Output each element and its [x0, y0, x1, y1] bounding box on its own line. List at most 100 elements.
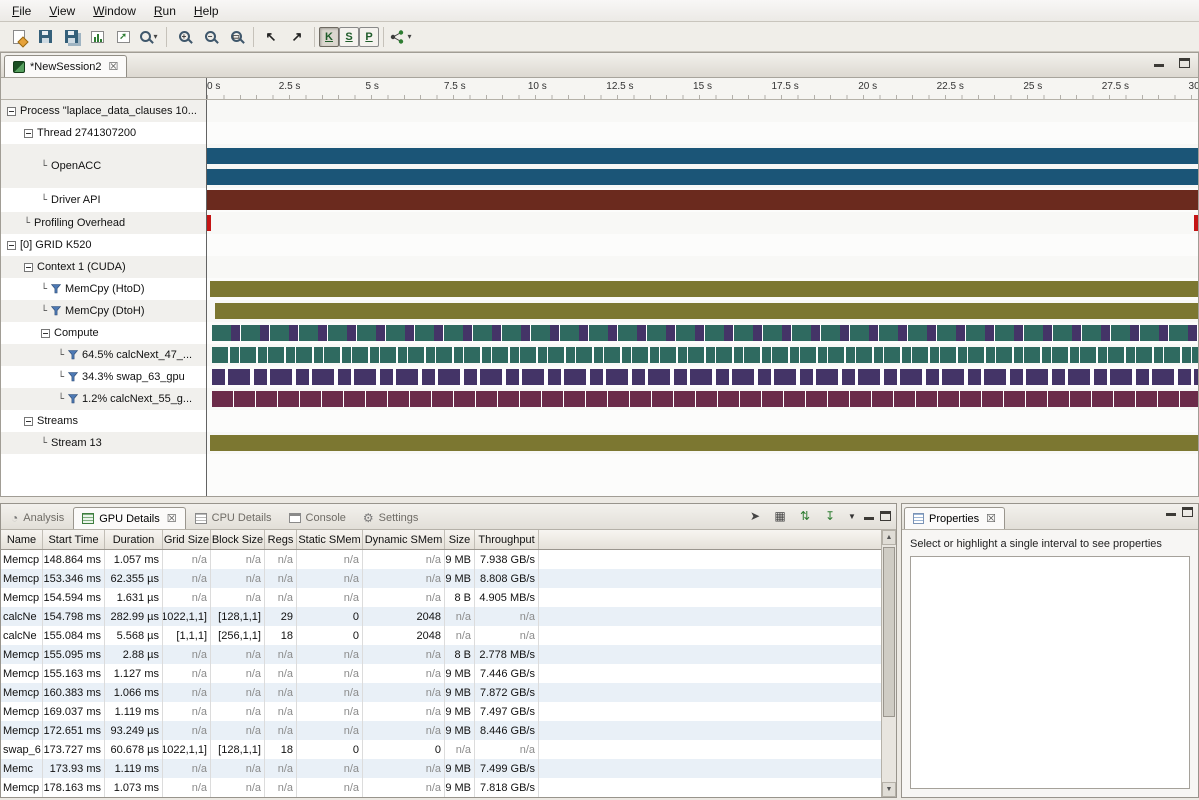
view-menu-button[interactable]: ▼	[845, 507, 859, 525]
timeline-row-label[interactable]: └64.5% calcNext_47_...	[1, 344, 207, 366]
table-row[interactable]: Memcp172.651 ms93.249 µsn/an/an/an/an/a9…	[1, 721, 881, 740]
zoom-fit-button[interactable]: ▭	[223, 25, 249, 49]
export-table-button[interactable]: ↧	[820, 507, 840, 525]
table-row[interactable]: Memcp178.163 ms1.073 msn/an/an/an/an/a9 …	[1, 778, 881, 797]
prev-marker-button[interactable]: ↖	[258, 25, 284, 49]
timeline-track[interactable]	[207, 278, 1198, 300]
timeline-track[interactable]	[207, 322, 1198, 344]
timeline-track[interactable]	[207, 432, 1198, 454]
tab-properties[interactable]: Properties ☒	[904, 507, 1005, 529]
collapse-minus-icon[interactable]	[24, 263, 33, 272]
scrollbar-track[interactable]	[882, 545, 896, 782]
zoom-in-button[interactable]: +	[171, 25, 197, 49]
timeline-track[interactable]	[207, 256, 1198, 278]
save-button[interactable]	[32, 25, 58, 49]
maximize-icon[interactable]	[1179, 58, 1190, 68]
timeline-track[interactable]	[207, 144, 1198, 188]
timeline-track[interactable]	[207, 188, 1198, 212]
collapse-minus-icon[interactable]	[24, 129, 33, 138]
timeline-row-label[interactable]: └OpenACC	[1, 144, 207, 188]
table-row[interactable]: swap_6173.727 ms60.678 µs[1022,1,1][128,…	[1, 740, 881, 759]
menu-help[interactable]: Help	[186, 1, 227, 21]
filter-icon[interactable]	[68, 350, 78, 360]
highlight-processes-button[interactable]: P	[359, 27, 379, 47]
analysis-menu-button[interactable]: ▾	[388, 25, 414, 49]
timeline-track[interactable]	[207, 410, 1198, 432]
maximize-icon[interactable]	[1182, 507, 1193, 517]
column-header[interactable]: Size	[445, 530, 475, 549]
timeline-track[interactable]	[207, 344, 1198, 366]
menu-file[interactable]: File	[4, 1, 39, 21]
menu-run[interactable]: Run	[146, 1, 184, 21]
timeline-row-label[interactable]: Streams	[1, 410, 207, 432]
timeline-interval-bar[interactable]	[212, 369, 1198, 385]
timeline-row-label[interactable]: Compute	[1, 322, 207, 344]
timeline-row-label[interactable]: └34.3% swap_63_gpu	[1, 366, 207, 388]
timeline-row-label[interactable]: [0] GRID K520	[1, 234, 207, 256]
timeline-interval-bar[interactable]	[215, 303, 1198, 319]
filter-icon[interactable]	[51, 306, 61, 316]
filter-icon[interactable]	[51, 284, 61, 294]
table-row[interactable]: Memc173.93 ms1.119 msn/an/an/an/an/a9 MB…	[1, 759, 881, 778]
table-row[interactable]: Memcp154.594 ms1.631 µsn/an/an/an/an/a8 …	[1, 588, 881, 607]
overhead-tick-bar[interactable]	[207, 215, 211, 231]
timeline-interval-bar[interactable]	[207, 190, 1198, 210]
tab-cpu-details[interactable]: CPU Details	[187, 507, 280, 529]
highlight-kernels-button[interactable]: K	[319, 27, 339, 47]
minimize-icon[interactable]	[1154, 58, 1165, 68]
timeline-ruler[interactable]: 0 s2.5 s5 s7.5 s10 s12.5 s15 s17.5 s20 s…	[207, 78, 1198, 99]
table-row[interactable]: Memcp153.346 ms62.355 µsn/an/an/an/an/a9…	[1, 569, 881, 588]
column-header[interactable]: Regs	[265, 530, 297, 549]
table-row[interactable]: Memcp148.864 ms1.057 msn/an/an/an/an/a9 …	[1, 550, 881, 569]
tab-settings[interactable]: ⚙ Settings	[355, 507, 427, 529]
group-view-button[interactable]: ▦	[770, 507, 790, 525]
collapse-minus-icon[interactable]	[7, 107, 16, 116]
select-tool-button[interactable]: ➤	[745, 507, 765, 525]
timeline-row-label[interactable]: └MemCpy (DtoH)	[1, 300, 207, 322]
filter-icon[interactable]	[68, 372, 78, 382]
table-row[interactable]: Memcp155.095 ms2.88 µsn/an/an/an/an/a8 B…	[1, 645, 881, 664]
export-button[interactable]: ➚	[110, 25, 136, 49]
tab-console[interactable]: Console	[281, 507, 354, 529]
timeline-row-label[interactable]: └Profiling Overhead	[1, 212, 207, 234]
sync-button[interactable]: ⇅	[795, 507, 815, 525]
timeline-track[interactable]	[207, 234, 1198, 256]
timeline-row-label[interactable]: └1.2% calcNext_55_g...	[1, 388, 207, 410]
timeline-track[interactable]	[207, 300, 1198, 322]
overhead-tick-bar[interactable]	[1194, 215, 1198, 231]
timeline-track[interactable]	[207, 366, 1198, 388]
timeline-row-label[interactable]: └MemCpy (HtoD)	[1, 278, 207, 300]
column-header[interactable]: Dynamic SMem	[363, 530, 445, 549]
scroll-down-icon[interactable]: ▼	[882, 782, 896, 797]
table-row[interactable]: Memcp160.383 ms1.066 msn/an/an/an/an/a9 …	[1, 683, 881, 702]
report-button[interactable]	[84, 25, 110, 49]
close-icon[interactable]: ☒	[109, 60, 119, 73]
column-header[interactable]: Name	[1, 530, 43, 549]
maximize-icon[interactable]	[880, 511, 891, 521]
timeline-track[interactable]	[207, 100, 1198, 122]
timeline-interval-bar[interactable]	[207, 148, 1198, 164]
timeline-row-label[interactable]: Thread 2741307200	[1, 122, 207, 144]
table-scrollbar[interactable]: ▲ ▼	[881, 530, 896, 797]
table-row[interactable]: Memcp169.037 ms1.119 msn/an/an/an/an/a9 …	[1, 702, 881, 721]
highlight-streams-button[interactable]: S	[339, 27, 359, 47]
scroll-up-icon[interactable]: ▲	[882, 530, 896, 545]
timeline-interval-bar[interactable]	[212, 391, 1198, 407]
minimize-icon[interactable]	[864, 511, 875, 521]
search-menu-button[interactable]: ▾	[136, 25, 162, 49]
timeline-track[interactable]	[207, 212, 1198, 234]
next-marker-button[interactable]: ↗	[284, 25, 310, 49]
new-session-button[interactable]	[6, 25, 32, 49]
table-row[interactable]: Memcp155.163 ms1.127 msn/an/an/an/an/a9 …	[1, 664, 881, 683]
tab-session[interactable]: *NewSession2 ☒	[4, 55, 127, 77]
timeline-track[interactable]	[207, 122, 1198, 144]
timeline-row-label[interactable]: └Driver API	[1, 188, 207, 212]
collapse-minus-icon[interactable]	[24, 417, 33, 426]
timeline-row-label[interactable]: Context 1 (CUDA)	[1, 256, 207, 278]
save-all-button[interactable]	[58, 25, 84, 49]
menu-window[interactable]: Window	[85, 1, 144, 21]
zoom-out-button[interactable]: −	[197, 25, 223, 49]
timeline-interval-bar[interactable]	[210, 281, 1198, 297]
close-icon[interactable]: ☒	[167, 512, 177, 525]
table-row[interactable]: calcNe154.798 ms282.99 µs[1022,1,1][128,…	[1, 607, 881, 626]
